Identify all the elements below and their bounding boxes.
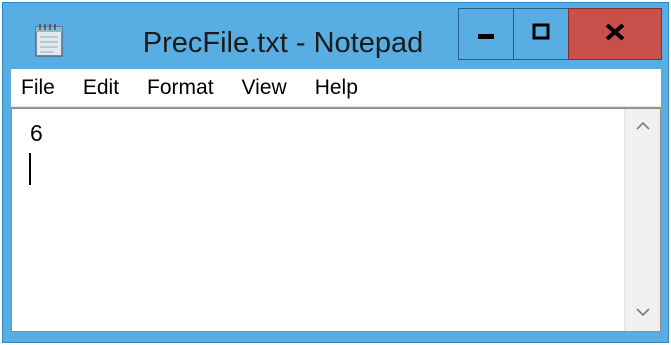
menu-format[interactable]: Format	[133, 69, 228, 107]
menu-view[interactable]: View	[228, 69, 301, 107]
close-button[interactable]	[568, 8, 662, 60]
menu-edit[interactable]: Edit	[69, 69, 133, 107]
notepad-icon[interactable]	[35, 23, 63, 57]
editor-frame: 6	[11, 108, 661, 332]
window-title: PrecFile.txt - Notepad	[142, 27, 424, 59]
scroll-up-button[interactable]	[625, 109, 660, 145]
menu-bar: File Edit Format View Help	[11, 69, 661, 107]
minimize-icon	[477, 23, 495, 46]
notepad-window: PrecFile.txt - Notepad File Edit Format …	[2, 2, 669, 343]
maximize-button[interactable]	[513, 8, 569, 60]
close-icon	[604, 22, 626, 47]
minimize-button[interactable]	[458, 8, 514, 60]
text-caret	[29, 153, 31, 185]
menu-file[interactable]: File	[11, 69, 69, 107]
menu-help[interactable]: Help	[301, 69, 372, 107]
chevron-up-icon	[635, 118, 650, 136]
window-bottom-border	[3, 333, 668, 342]
scroll-down-button[interactable]	[625, 295, 660, 331]
maximize-icon	[532, 23, 550, 46]
chevron-down-icon	[635, 304, 650, 322]
text-editor[interactable]: 6	[12, 109, 612, 331]
vertical-scrollbar[interactable]	[624, 109, 660, 331]
